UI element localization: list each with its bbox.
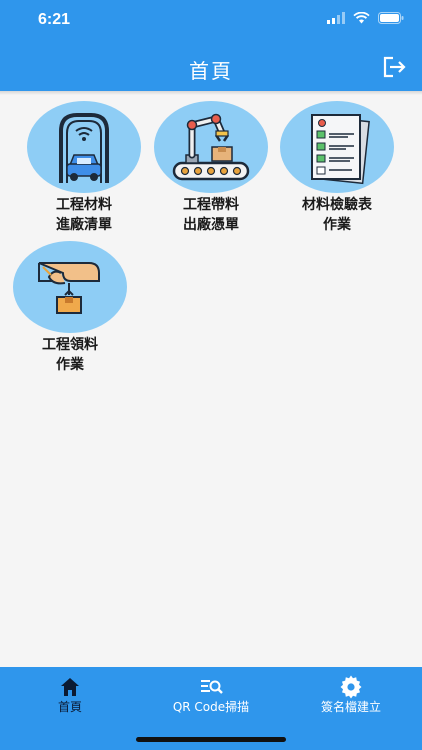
signal-icon xyxy=(327,12,345,24)
wifi-icon xyxy=(353,12,370,24)
tile-label: 工程材料 進廠清單 xyxy=(56,197,112,233)
logout-icon xyxy=(383,56,406,78)
logout-button[interactable] xyxy=(382,55,408,79)
vehicle-scan-gate-icon xyxy=(59,113,109,183)
tile-inspection-form[interactable]: 材料檢驗表 作業 xyxy=(274,101,400,235)
tab-home-label: 首頁 xyxy=(57,700,82,714)
gear-icon xyxy=(340,675,362,699)
tab-home[interactable]: 首頁 xyxy=(0,667,140,727)
tab-signature-setup[interactable]: 簽名檔建立 xyxy=(281,667,421,727)
robot-arm-conveyor-icon xyxy=(172,113,250,181)
tile-icon-circle xyxy=(280,101,394,193)
tab-qr-scan[interactable]: QR Code掃描 xyxy=(141,667,281,727)
status-time: 6:21 xyxy=(38,11,71,28)
home-indicator xyxy=(136,737,286,742)
tile-label: 工程帶料 出廠憑單 xyxy=(183,197,239,233)
header-shadow xyxy=(0,91,422,95)
page-title: 首頁 xyxy=(189,59,233,83)
tile-icon-circle xyxy=(154,101,268,193)
qr-scan-icon xyxy=(201,680,223,694)
tile-material-requisition[interactable]: 工程領料 作業 xyxy=(7,241,133,375)
tile-label: 工程領料 作業 xyxy=(42,337,98,373)
tile-icon-circle xyxy=(27,101,141,193)
tile-material-entry[interactable]: 工程材料 進廠清單 xyxy=(21,101,147,235)
tab-signature-label: 簽名檔建立 xyxy=(320,700,381,714)
home-icon xyxy=(61,678,79,696)
checklist-document-icon xyxy=(311,114,370,185)
hand-package-icon xyxy=(38,262,100,314)
battery-icon xyxy=(378,12,404,24)
app-header: 6:21 首頁 xyxy=(0,0,422,91)
tile-icon-circle xyxy=(13,241,127,333)
tile-material-exit[interactable]: 工程帶料 出廠憑單 xyxy=(148,101,274,235)
status-icons xyxy=(327,12,404,24)
tab-qr-scan-label: QR Code掃描 xyxy=(172,700,250,714)
tile-label: 材料檢驗表 作業 xyxy=(302,197,372,233)
